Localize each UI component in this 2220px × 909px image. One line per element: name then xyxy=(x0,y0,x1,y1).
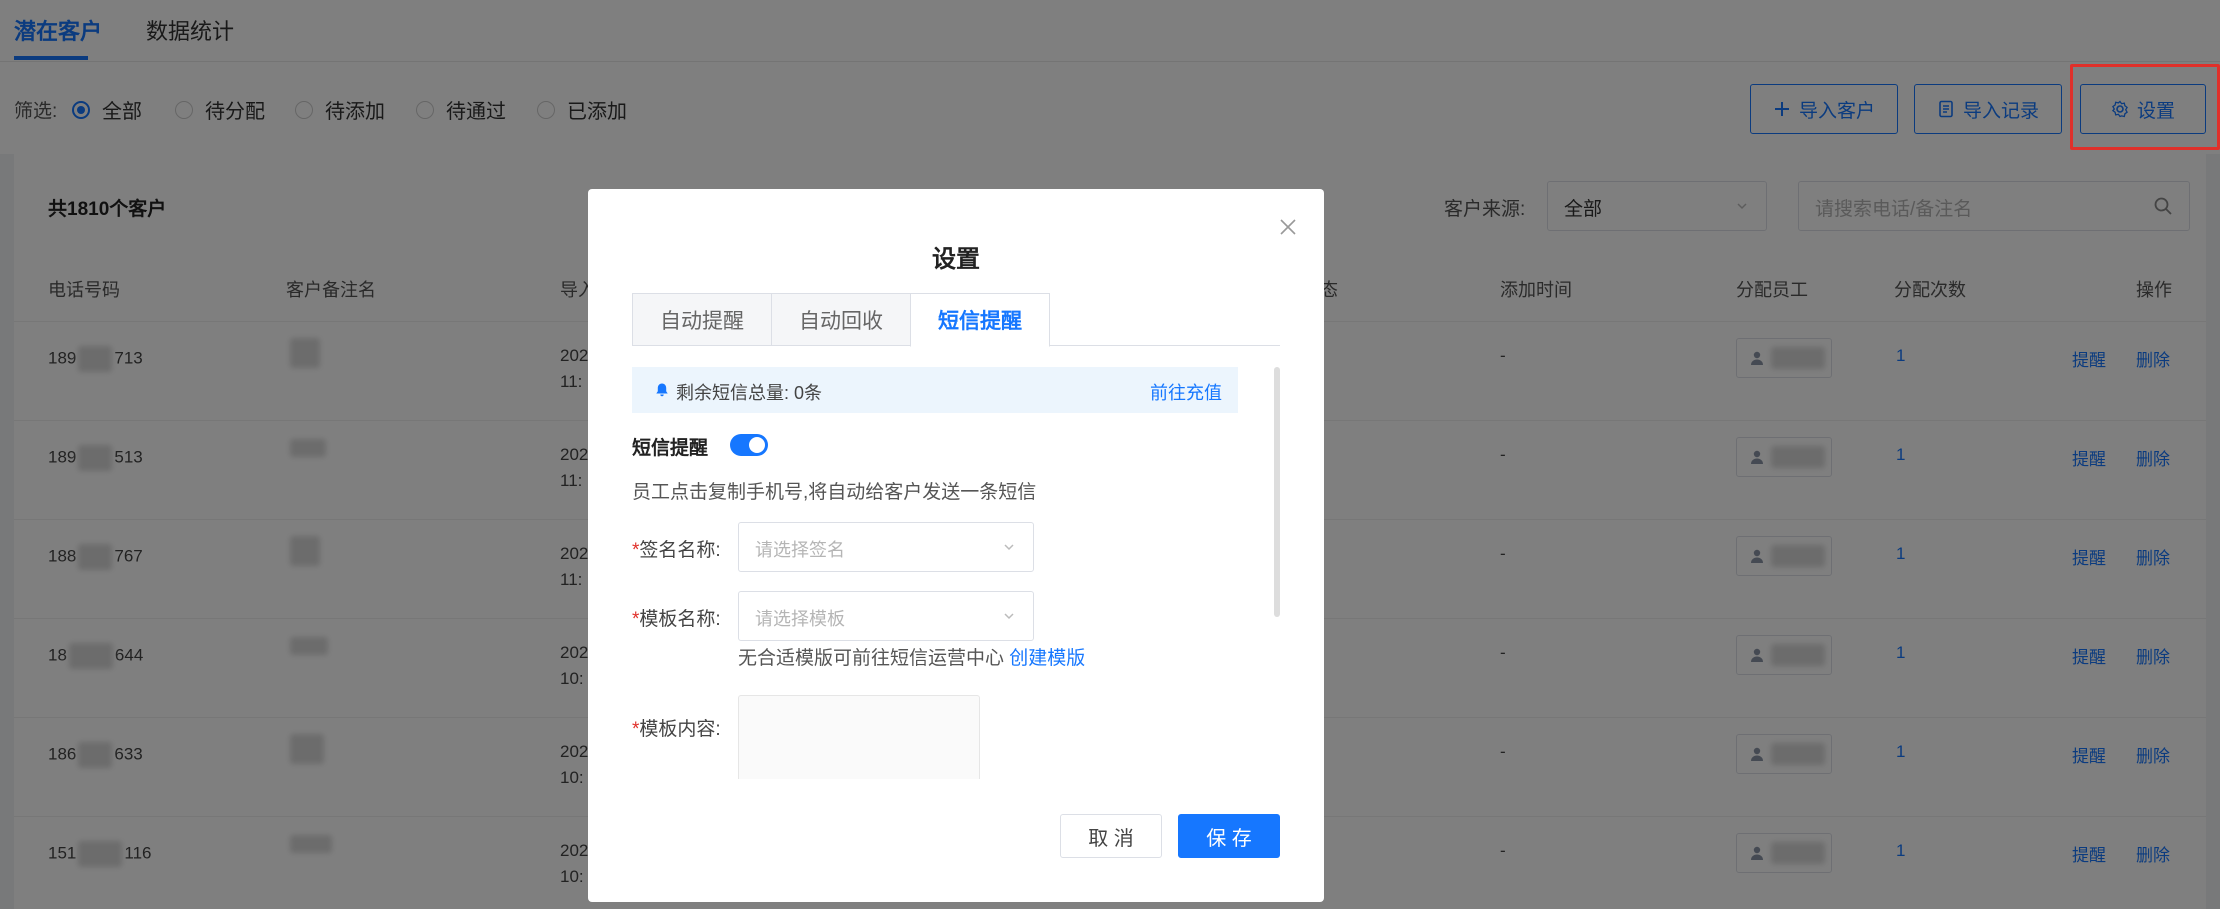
template-content-field[interactable] xyxy=(738,695,980,779)
sms-balance-bar: 剩余短信总量: 0条 前往充值 xyxy=(632,367,1238,413)
template-placeholder: 请选择模板 xyxy=(755,609,845,629)
settings-highlight xyxy=(2070,64,2220,150)
modal-tabs: 自动提醒 自动回收 短信提醒 xyxy=(632,293,1280,347)
chevron-down-icon xyxy=(1004,613,1014,620)
template-select[interactable]: 请选择模板 xyxy=(738,591,1034,641)
signature-select[interactable]: 请选择签名 xyxy=(738,522,1034,572)
recharge-link[interactable]: 前往充值 xyxy=(1150,379,1222,405)
sms-remind-label: 短信提醒 xyxy=(632,438,709,459)
bell-icon xyxy=(656,383,668,397)
modal-title: 设置 xyxy=(932,246,980,273)
cancel-button[interactable]: 取 消 xyxy=(1060,814,1162,858)
chevron-down-icon xyxy=(1004,544,1014,551)
content-label: *模板内容: xyxy=(632,714,721,741)
sms-remind-toggle[interactable] xyxy=(730,434,768,456)
settings-modal: 设置 自动提醒 自动回收 短信提醒 剩余短信总量: 0条 前往充值 短信提醒 员… xyxy=(588,189,1324,902)
sms-remaining: 剩余短信总量: 0条 xyxy=(676,383,823,403)
modal-scroll-area[interactable]: 剩余短信总量: 0条 前往充值 短信提醒 员工点击复制手机号,将自动给客户发送一… xyxy=(632,367,1262,779)
modal-scrollbar[interactable] xyxy=(1274,367,1280,617)
tab-auto-recycle[interactable]: 自动回收 xyxy=(771,293,911,346)
template-label: *模板名称: xyxy=(632,604,721,631)
template-hint: 无合适模版可前往短信运营中心 创建模版 xyxy=(738,643,1085,670)
create-template-link[interactable]: 创建模版 xyxy=(1009,648,1085,669)
content-label-text: 模板内容: xyxy=(639,719,721,740)
signature-label: *签名名称: xyxy=(632,535,721,562)
tab-sms-remind[interactable]: 短信提醒 xyxy=(910,293,1050,347)
tab-auto-remind[interactable]: 自动提醒 xyxy=(632,293,772,346)
sms-description: 员工点击复制手机号,将自动给客户发送一条短信 xyxy=(632,482,1037,503)
save-button[interactable]: 保 存 xyxy=(1178,814,1280,858)
template-label-text: 模板名称: xyxy=(639,609,721,630)
close-icon[interactable] xyxy=(1278,217,1298,237)
signature-placeholder: 请选择签名 xyxy=(755,540,845,560)
signature-label-text: 签名名称: xyxy=(639,540,721,561)
template-hint-text: 无合适模版可前往短信运营中心 xyxy=(738,648,1005,669)
